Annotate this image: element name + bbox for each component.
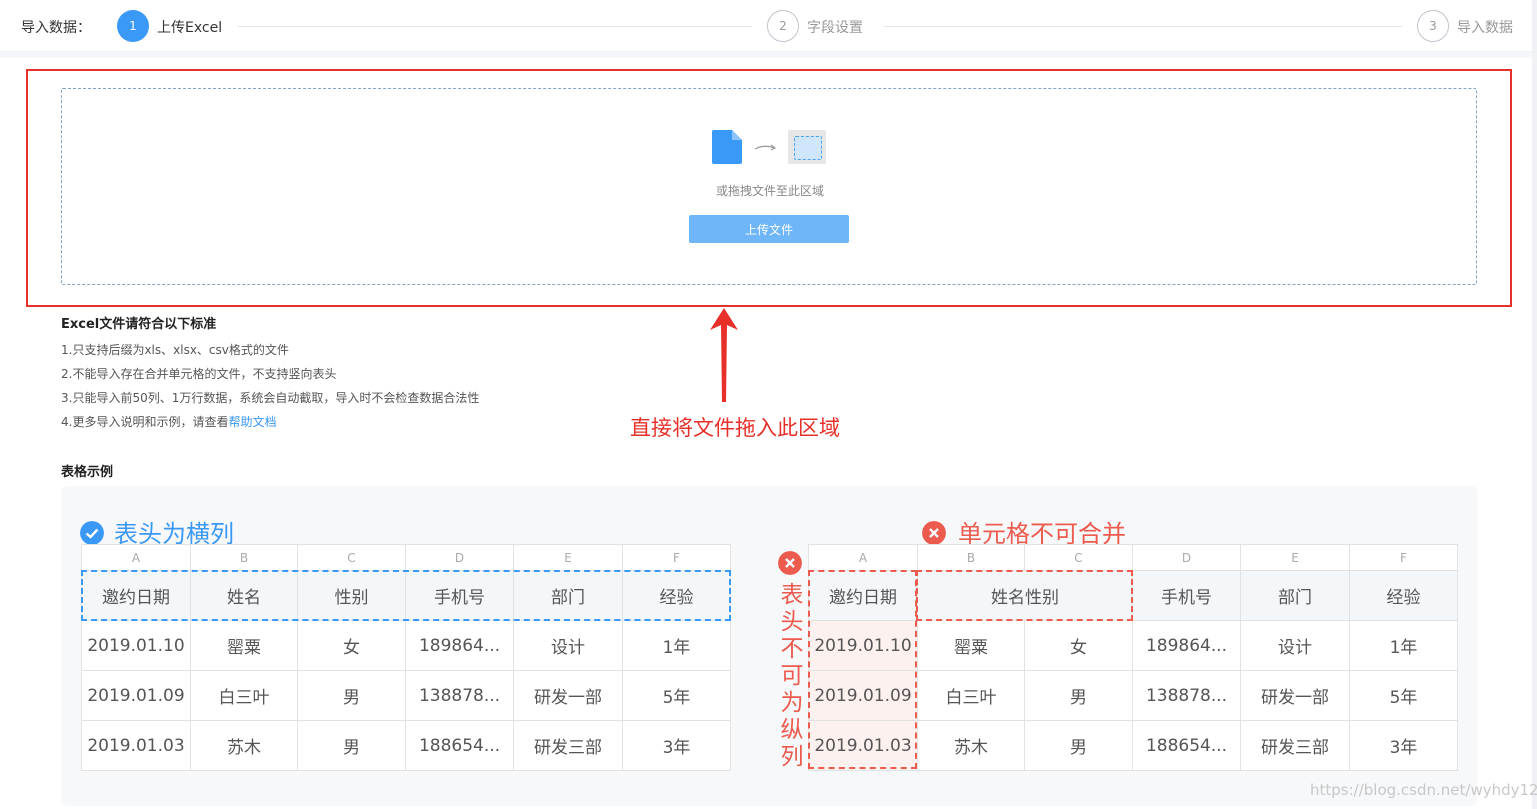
column-letter: F [622, 544, 731, 571]
rule-item: 2.不能导入存在合并单元格的文件，不支持竖向表头 [61, 367, 337, 381]
column-letter: D [1132, 544, 1241, 571]
steps-divider [0, 52, 1537, 58]
table-cell: 138878... [1132, 670, 1241, 721]
warning-char: 头 [780, 609, 804, 635]
error-circle-icon [778, 551, 802, 575]
table-cell: 设计 [1240, 620, 1350, 671]
table-cell: 苏木 [917, 720, 1025, 771]
steps-label: 导入数据： [21, 20, 91, 36]
sample-title: 表格示例 [61, 465, 114, 480]
table-cell: 女 [297, 620, 406, 671]
header-cell: 手机号 [1132, 570, 1241, 621]
warning-char: 纵 [780, 717, 804, 743]
rule-item: 4.更多导入说明和示例，请查看帮助文档 [61, 413, 276, 430]
table-cell: 男 [1024, 670, 1133, 721]
warning-char: 不 [780, 636, 804, 662]
annotation-text: 直接将文件拖入此区域 [630, 416, 840, 440]
header-cell: 经验 [1349, 570, 1458, 621]
table-cell: 研发三部 [1240, 720, 1350, 771]
table-cell: 188654... [405, 720, 514, 771]
step-1-label: 上传Excel [157, 20, 223, 36]
table-cell: 1年 [622, 620, 731, 671]
table-cell: 罂粟 [190, 620, 298, 671]
column-letter: E [1240, 544, 1350, 571]
table-cell: 189864... [405, 620, 514, 671]
table-cell: 3年 [622, 720, 731, 771]
rules-title: Excel文件请符合以下标准 [61, 317, 217, 332]
table-cell: 男 [297, 670, 406, 721]
drag-hint-text: 或拖拽文件至此区域 [715, 184, 824, 198]
step-1-circle: 1 [117, 10, 149, 42]
table-cell: 5年 [1349, 670, 1458, 721]
rule-item: 1.只支持后缀为xls、xlsx、csv格式的文件 [61, 343, 289, 357]
drop-target-icon [788, 130, 826, 164]
column-letter: B [190, 544, 298, 571]
table-cell: 2019.01.10 [81, 620, 191, 671]
warning-char: 为 [780, 690, 804, 716]
table-cell: 3年 [1349, 720, 1458, 771]
table-row: 2019.01.09 白三叶 男 138878... 研发一部 5年 [81, 670, 731, 721]
file-icon [712, 130, 742, 164]
table-cell: 男 [1024, 720, 1133, 771]
vertical-header-highlight [808, 570, 917, 769]
column-letter: C [1024, 544, 1133, 571]
table-cell: 白三叶 [917, 670, 1025, 721]
warning-char: 列 [780, 744, 804, 770]
step-connector [884, 26, 1402, 27]
table-row: 2019.01.03 苏木 男 188654... 研发三部 3年 [81, 720, 731, 771]
merged-cell-highlight [916, 570, 1133, 621]
table-cell: 女 [1024, 620, 1133, 671]
table-cell: 罂粟 [917, 620, 1025, 671]
table-row: 2019.01.10 罂粟 女 189864... 设计 1年 [81, 620, 731, 671]
error-circle-icon [922, 521, 946, 545]
table-cell: 研发一部 [513, 670, 623, 721]
step-2-label: 字段设置 [807, 20, 863, 36]
step-3-circle: 3 [1417, 10, 1449, 42]
step-2-circle: 2 [767, 10, 799, 42]
warning-char: 可 [780, 663, 804, 689]
table-cell: 男 [297, 720, 406, 771]
table-cell: 设计 [513, 620, 623, 671]
table-cell: 138878... [405, 670, 514, 721]
header-row-highlight [81, 570, 731, 621]
vertical-header-warning: 表 头 不 可 为 纵 列 [778, 582, 806, 771]
table-cell: 188654... [1132, 720, 1241, 771]
step-3-label: 导入数据 [1457, 20, 1513, 36]
table-cell: 研发一部 [1240, 670, 1350, 721]
column-letter: A [81, 544, 191, 571]
help-doc-link[interactable]: 帮助文档 [228, 415, 276, 429]
rule-item-text: 4.更多导入说明和示例，请查看 [61, 415, 229, 429]
check-circle-icon [80, 521, 104, 545]
table-cell: 5年 [622, 670, 731, 721]
table-cell: 1年 [1349, 620, 1458, 671]
column-letter: B [917, 544, 1025, 571]
column-letter: A [808, 544, 918, 571]
annotation-arrow-icon [710, 308, 738, 402]
warning-char: 表 [780, 582, 804, 608]
column-letter: C [297, 544, 406, 571]
arrow-right-icon [754, 144, 777, 151]
watermark: https://blog.csdn.net/wyhdy123 [1310, 781, 1537, 799]
column-letter: E [513, 544, 623, 571]
table-cell: 研发三部 [513, 720, 623, 771]
table-cell: 白三叶 [190, 670, 298, 721]
table-cell: 2019.01.03 [81, 720, 191, 771]
table-cell: 苏木 [190, 720, 298, 771]
upload-file-button[interactable]: 上传文件 [689, 215, 849, 243]
steps-bar: 导入数据： 1 上传Excel 2 字段设置 3 导入数据 [0, 0, 1537, 52]
rule-item: 3.只能导入前50列、1万行数据，系统会自动截取，导入时不会检查数据合法性 [61, 391, 480, 405]
window-edge [1532, 0, 1537, 809]
table-cell: 189864... [1132, 620, 1241, 671]
header-cell: 部门 [1240, 570, 1350, 621]
step-connector [238, 26, 752, 27]
column-letter: D [405, 544, 514, 571]
column-letter: F [1349, 544, 1458, 571]
table-cell: 2019.01.09 [81, 670, 191, 721]
